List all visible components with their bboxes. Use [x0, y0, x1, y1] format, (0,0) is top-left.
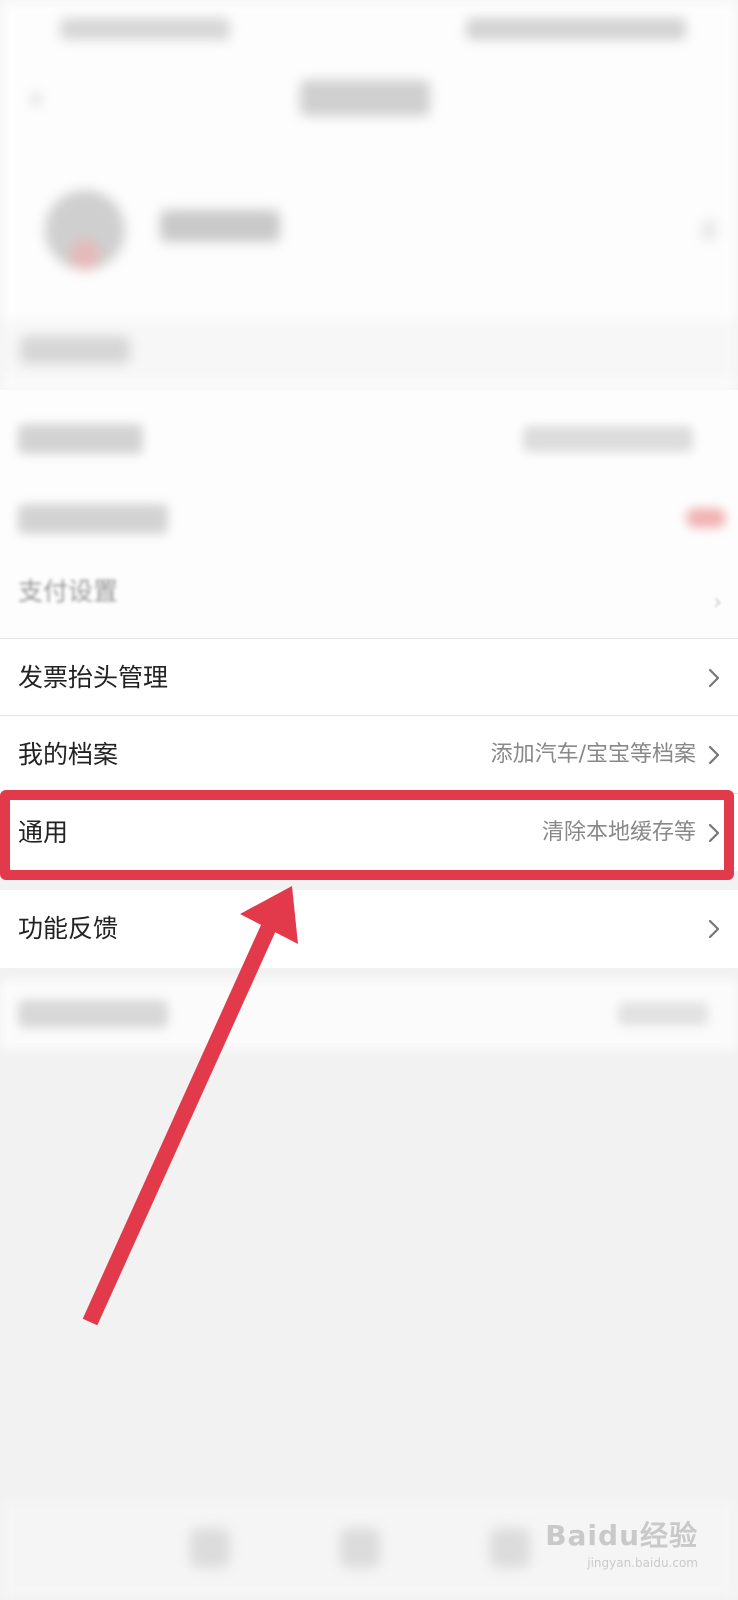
list-item-label: 支付设置 — [18, 577, 119, 606]
list-item-value: 添加汽车/宝宝等档案 — [490, 742, 696, 767]
chevron-right-icon — [708, 745, 720, 765]
notification-badge — [686, 508, 726, 528]
blurred-settings-row[interactable] — [0, 980, 738, 1050]
chevron-right-icon — [708, 919, 720, 939]
blurred-row-label — [20, 336, 130, 364]
blurred-settings-row[interactable] — [0, 480, 738, 558]
tab-icon[interactable] — [340, 1528, 380, 1568]
list-item-my-profile[interactable]: 我的档案 添加汽车/宝宝等档案 — [0, 715, 738, 793]
list-item-feedback[interactable]: 功能反馈 — [0, 890, 738, 968]
blurred-settings-row[interactable] — [0, 400, 738, 478]
blurred-row-label — [18, 424, 143, 454]
blurred-settings-row[interactable] — [0, 320, 738, 380]
chevron-right-icon — [708, 668, 720, 688]
page-title — [300, 80, 430, 116]
list-item-payment-settings[interactable]: 支付设置 › — [0, 570, 738, 640]
chevron-right-icon: › — [713, 590, 722, 615]
status-bar-right — [466, 18, 686, 40]
chevron-right-icon — [702, 220, 716, 240]
list-item-label: 功能反馈 — [18, 914, 119, 943]
settings-page: ‹ 支付设置 › 发票抬头管理 我的档案 添加汽车/宝宝等档案 通用 清除本地缓… — [0, 0, 738, 1600]
blurred-row-value — [618, 1002, 708, 1026]
list-item-label: 通用 — [18, 818, 69, 847]
blurred-row-label — [18, 1000, 168, 1028]
list-item-invoice-title[interactable]: 发票抬头管理 — [0, 638, 738, 716]
tab-icon[interactable] — [190, 1528, 230, 1568]
avatar-badge — [70, 240, 100, 270]
chevron-right-icon — [708, 823, 720, 843]
tab-icon[interactable] — [490, 1528, 530, 1568]
profile-row[interactable] — [0, 170, 738, 310]
watermark-url: jingyan.baidu.com — [587, 1556, 698, 1570]
list-item-label: 发票抬头管理 — [18, 663, 169, 692]
blurred-row-value — [523, 426, 693, 452]
back-arrow-icon[interactable]: ‹ — [30, 82, 60, 116]
status-bar — [0, 0, 738, 60]
nav-bar: ‹ — [0, 60, 738, 140]
status-bar-left — [60, 18, 230, 40]
blurred-row-label — [18, 504, 168, 534]
watermark-logo-text: Baidu经验 — [545, 1519, 698, 1552]
blurred-header-region: ‹ — [0, 0, 738, 390]
list-item-general[interactable]: 通用 清除本地缓存等 — [0, 793, 738, 871]
list-item-label: 我的档案 — [18, 740, 119, 769]
profile-name — [160, 210, 280, 242]
baidu-watermark: Baidu经验 jingyan.baidu.com — [545, 1514, 698, 1570]
list-item-value: 清除本地缓存等 — [541, 820, 696, 845]
